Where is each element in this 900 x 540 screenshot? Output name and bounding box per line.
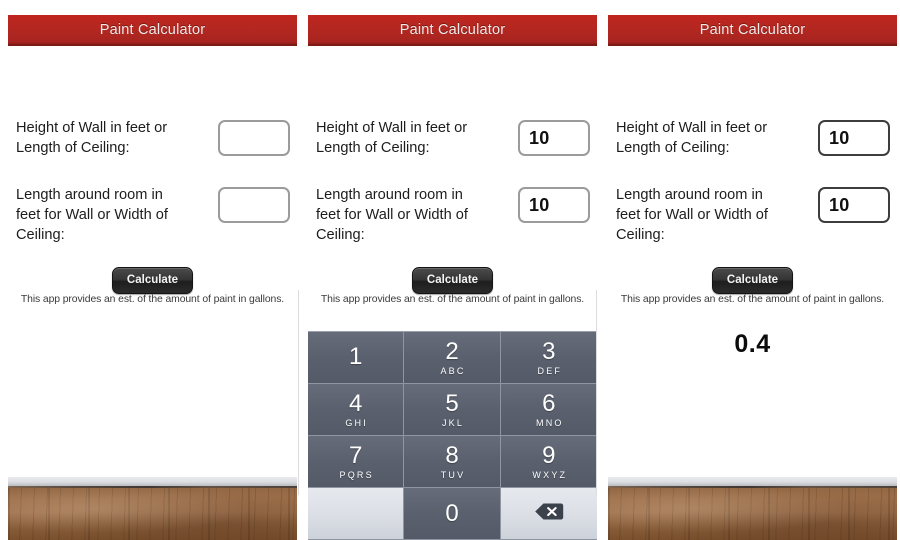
panel-result-shown: Paint Calculator Height of Wall in feet …	[600, 0, 900, 540]
disclaimer-text: This app provides an est. of the amount …	[620, 294, 885, 305]
keypad-key-6[interactable]: 6 MNO	[500, 384, 597, 436]
baseboard	[8, 477, 297, 486]
app-title-bar: Paint Calculator	[608, 15, 897, 46]
calculate-button[interactable]: Calculate	[411, 267, 494, 294]
length-input-value: 10	[829, 194, 850, 215]
page-title: Paint Calculator	[99, 21, 206, 38]
length-input[interactable]: 10	[518, 187, 590, 223]
form-row-length: Length around room in feet for Wall or W…	[16, 185, 290, 245]
keypad-key-backspace[interactable]	[500, 488, 597, 540]
height-input-value: 10	[829, 127, 850, 148]
disclaimer-text: This app provides an est. of the amount …	[320, 294, 585, 305]
key-letters: JKL	[441, 417, 465, 428]
length-input[interactable]: 10	[818, 187, 890, 223]
app-title-bar: Paint Calculator	[308, 15, 597, 46]
floor-photo	[8, 477, 297, 540]
key-number: 9	[542, 441, 556, 469]
floor-photo	[608, 477, 897, 540]
key-letters: PQRS	[339, 469, 374, 480]
form-row-height: Height of Wall in feet or Length of Ceil…	[316, 118, 590, 158]
form-row-height: Height of Wall in feet or Length of Ceil…	[616, 118, 890, 158]
length-field-label: Length around room in feet for Wall or W…	[16, 187, 168, 243]
length-input-value: 10	[529, 194, 550, 215]
key-number: 8	[445, 441, 459, 469]
keypad-key-blank	[308, 488, 405, 540]
key-number: 0	[445, 499, 459, 527]
calculate-button[interactable]: Calculate	[711, 267, 794, 294]
result-value: 0.4	[734, 330, 771, 358]
keypad-key-1[interactable]: 1	[308, 332, 405, 384]
page-title: Paint Calculator	[399, 21, 506, 38]
key-number: 3	[542, 337, 556, 365]
key-number: 1	[348, 342, 363, 370]
keypad-key-2[interactable]: 2 ABC	[404, 332, 501, 384]
calculate-button-wrap: Calculate	[608, 267, 897, 294]
wood-planks	[608, 488, 897, 540]
length-field-label: Length around room in feet for Wall or W…	[316, 187, 468, 243]
calculate-button[interactable]: Calculate	[111, 267, 194, 294]
panel-empty-state: Paint Calculator Height of Wall in feet …	[0, 0, 300, 540]
height-field-label: Height of Wall in feet or Length of Ceil…	[616, 120, 768, 156]
form-row-length: Length around room in feet for Wall or W…	[616, 185, 890, 245]
key-letters: ABC	[440, 365, 466, 376]
height-field-label: Height of Wall in feet or Length of Ceil…	[316, 120, 468, 156]
keypad-key-4[interactable]: 4 GHI	[308, 384, 405, 436]
backspace-icon	[534, 502, 564, 526]
key-letters: MNO	[536, 417, 564, 428]
keypad-key-7[interactable]: 7 PQRS	[308, 436, 405, 488]
key-letters: TUV	[440, 469, 466, 480]
key-letters: WXYZ	[532, 469, 568, 480]
keypad-key-3[interactable]: 3 DEF	[500, 332, 597, 384]
keypad-key-9[interactable]: 9 WXYZ	[500, 436, 597, 488]
key-number: 4	[348, 389, 363, 417]
keypad-key-8[interactable]: 8 TUV	[404, 436, 501, 488]
height-input[interactable]: 10	[518, 120, 590, 156]
disclaimer-text: This app provides an est. of the amount …	[20, 294, 285, 305]
screenshot-strip: Paint Calculator Height of Wall in feet …	[0, 0, 900, 540]
length-field-label: Length around room in feet for Wall or W…	[616, 187, 768, 243]
form-row-length: Length around room in feet for Wall or W…	[316, 185, 590, 245]
panel-divider-2	[596, 290, 597, 495]
calculate-button-wrap: Calculate	[308, 267, 597, 294]
panel-keypad-open: Paint Calculator Height of Wall in feet …	[300, 0, 600, 540]
key-letters: DEF	[537, 365, 563, 376]
calculate-button-wrap: Calculate	[8, 267, 297, 294]
height-input[interactable]	[218, 120, 290, 156]
length-input[interactable]	[218, 187, 290, 223]
height-input[interactable]: 10	[818, 120, 890, 156]
baseboard	[608, 477, 897, 486]
key-letters: GHI	[345, 417, 368, 428]
numeric-keypad[interactable]: 1 2 ABC 3 DEF 4 GHI 5 JKL 6 MNO 7 PQRS 8…	[308, 331, 597, 540]
form-row-height: Height of Wall in feet or Length of Ceil…	[16, 118, 290, 158]
panel-divider-1	[298, 290, 299, 495]
page-title: Paint Calculator	[699, 21, 806, 38]
app-title-bar: Paint Calculator	[8, 15, 297, 46]
keypad-key-0[interactable]: 0	[404, 488, 501, 540]
height-input-value: 10	[529, 127, 550, 148]
height-field-label: Height of Wall in feet or Length of Ceil…	[16, 120, 168, 156]
key-number: 5	[445, 389, 459, 417]
keypad-key-5[interactable]: 5 JKL	[404, 384, 501, 436]
key-number: 6	[542, 389, 556, 417]
key-number: 7	[348, 441, 363, 469]
key-number: 2	[445, 337, 459, 365]
wood-planks	[8, 488, 297, 540]
